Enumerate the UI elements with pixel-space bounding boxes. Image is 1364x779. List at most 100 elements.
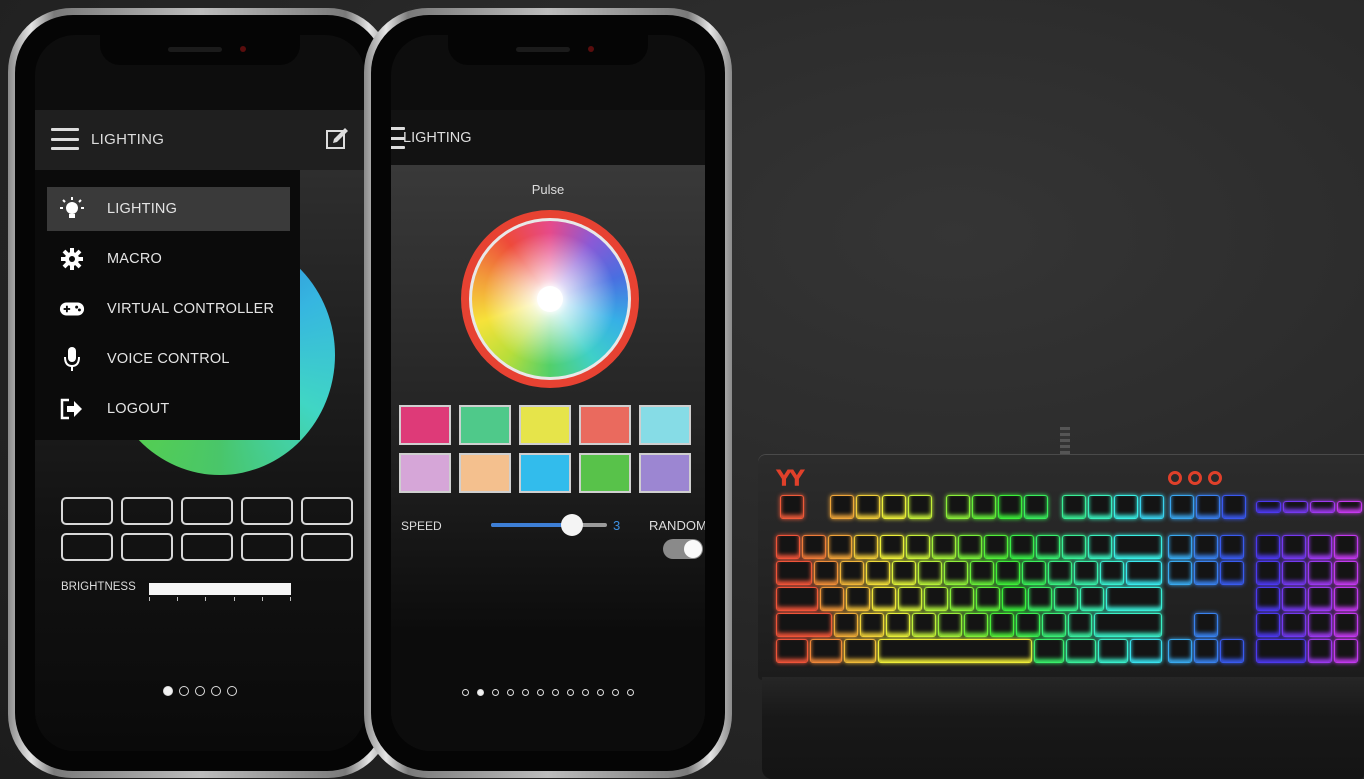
keyboard-key [938,613,962,637]
keyboard-key [924,587,948,611]
keyboard-key [880,535,904,559]
keyboard-key [854,535,878,559]
keyboard-key [1062,535,1086,559]
page-dot[interactable] [492,689,499,696]
key-zone-slot[interactable] [181,533,233,561]
keyboard-key [820,587,844,611]
color-swatch[interactable] [519,405,571,445]
page-dot[interactable] [567,689,574,696]
brightness-slider[interactable] [149,583,291,595]
page-dot[interactable] [211,686,221,696]
keyboard-key [976,587,1000,611]
color-swatch[interactable] [519,453,571,493]
keyboard-key [1094,613,1162,637]
random-label: RANDOM [649,518,705,533]
keyboard-key [844,639,876,663]
menu-item-label: VOICE CONTROL [107,351,230,367]
brightness-ticks [149,597,291,601]
page-dot-active[interactable] [163,686,173,696]
page-dot[interactable] [507,689,514,696]
phone-screen-lighting: LIGHTING Pulse SPEED 3 RANDOM [391,35,705,751]
phone-notch [448,35,648,65]
keyboard-key [1042,613,1066,637]
keyboard-key [834,613,858,637]
keyboard-key [1168,639,1192,663]
media-button [1208,471,1222,485]
page-indicator [391,689,705,696]
microphone-icon [59,347,85,371]
random-toggle[interactable] [663,539,703,559]
page-dot[interactable] [537,689,544,696]
key-zone-slot[interactable] [121,533,173,561]
page-dot[interactable] [522,689,529,696]
page-dot[interactable] [462,689,469,696]
key-zone-slot[interactable] [61,533,113,561]
keyboard-key [1168,561,1192,585]
menu-item-label: LIGHTING [107,201,178,217]
color-swatch[interactable] [459,405,511,445]
color-swatch[interactable] [579,453,631,493]
keyboard-key [860,613,884,637]
keyboard-key [776,639,808,663]
keyboard-key [776,587,818,611]
key-zone-slot[interactable] [61,497,113,525]
page-dot[interactable] [597,689,604,696]
key-zone-slot[interactable] [181,497,233,525]
keyboard-key [1034,639,1064,663]
keyboard-key [1256,613,1280,637]
color-swatch[interactable] [459,453,511,493]
hamburger-menu-icon[interactable] [51,128,79,150]
menu-item-lighting[interactable]: LIGHTING [47,187,290,231]
color-swatch[interactable] [579,405,631,445]
keyboard-key [1066,639,1096,663]
color-swatch[interactable] [399,453,451,493]
edit-icon[interactable] [325,127,349,151]
keyboard-key [998,495,1022,519]
color-swatch[interactable] [639,405,691,445]
keyboard-key [1130,639,1162,663]
key-zone-slot[interactable] [241,533,293,561]
brightness-label: BRIGHTNESS [61,581,136,593]
page-dot[interactable] [582,689,589,696]
page-dot[interactable] [227,686,237,696]
keyboard-key [776,561,812,585]
keyboard-key [1256,639,1306,663]
page-dot[interactable] [627,689,634,696]
key-zone-slot[interactable] [121,497,173,525]
keyboard-key [1002,587,1026,611]
key-zone-slot[interactable] [301,497,353,525]
menu-item-voice-control[interactable]: VOICE CONTROL [47,337,290,381]
keyboard-key [1256,501,1281,513]
speed-label: SPEED [401,519,442,533]
speed-slider[interactable] [491,514,607,536]
keyboard-key [1194,613,1218,637]
key-zone-slot[interactable] [301,533,353,561]
color-picker-knob[interactable] [537,286,563,312]
keyboard-key [1114,495,1138,519]
color-wheel[interactable] [461,210,639,388]
page-dot[interactable] [612,689,619,696]
phone-bezel: LIGHTING Pulse SPEED 3 RANDOM [371,15,725,771]
key-zone-slot[interactable] [241,497,293,525]
menu-item-macro[interactable]: MACRO [47,237,290,281]
keyboard-key [878,639,1032,663]
menu-item-virtual-controller[interactable]: VIRTUAL CONTROLLER [47,287,290,331]
menu-item-logout[interactable]: LOGOUT [47,387,290,431]
navigation-drawer: LIGHTING MACRO VIRTUAL CONTROLLER VOICE … [35,170,300,440]
keyboard-key [946,495,970,519]
page-dot[interactable] [195,686,205,696]
page-dot[interactable] [552,689,559,696]
color-swatch[interactable] [639,453,691,493]
keyboard-key [846,587,870,611]
keyboard-key [1048,561,1072,585]
phone-left: LIGHTING LIGHTING MACRO VIRTUAL CONTROLL… [8,8,392,778]
page-dot-active[interactable] [477,689,484,696]
keyboard-key [972,495,996,519]
keyboard-key [984,535,1008,559]
keyboard-key [780,495,804,519]
keyboard-key [1334,613,1358,637]
page-indicator [35,686,365,696]
color-swatch[interactable] [399,405,451,445]
page-dot[interactable] [179,686,189,696]
keyboard-key [1074,561,1098,585]
